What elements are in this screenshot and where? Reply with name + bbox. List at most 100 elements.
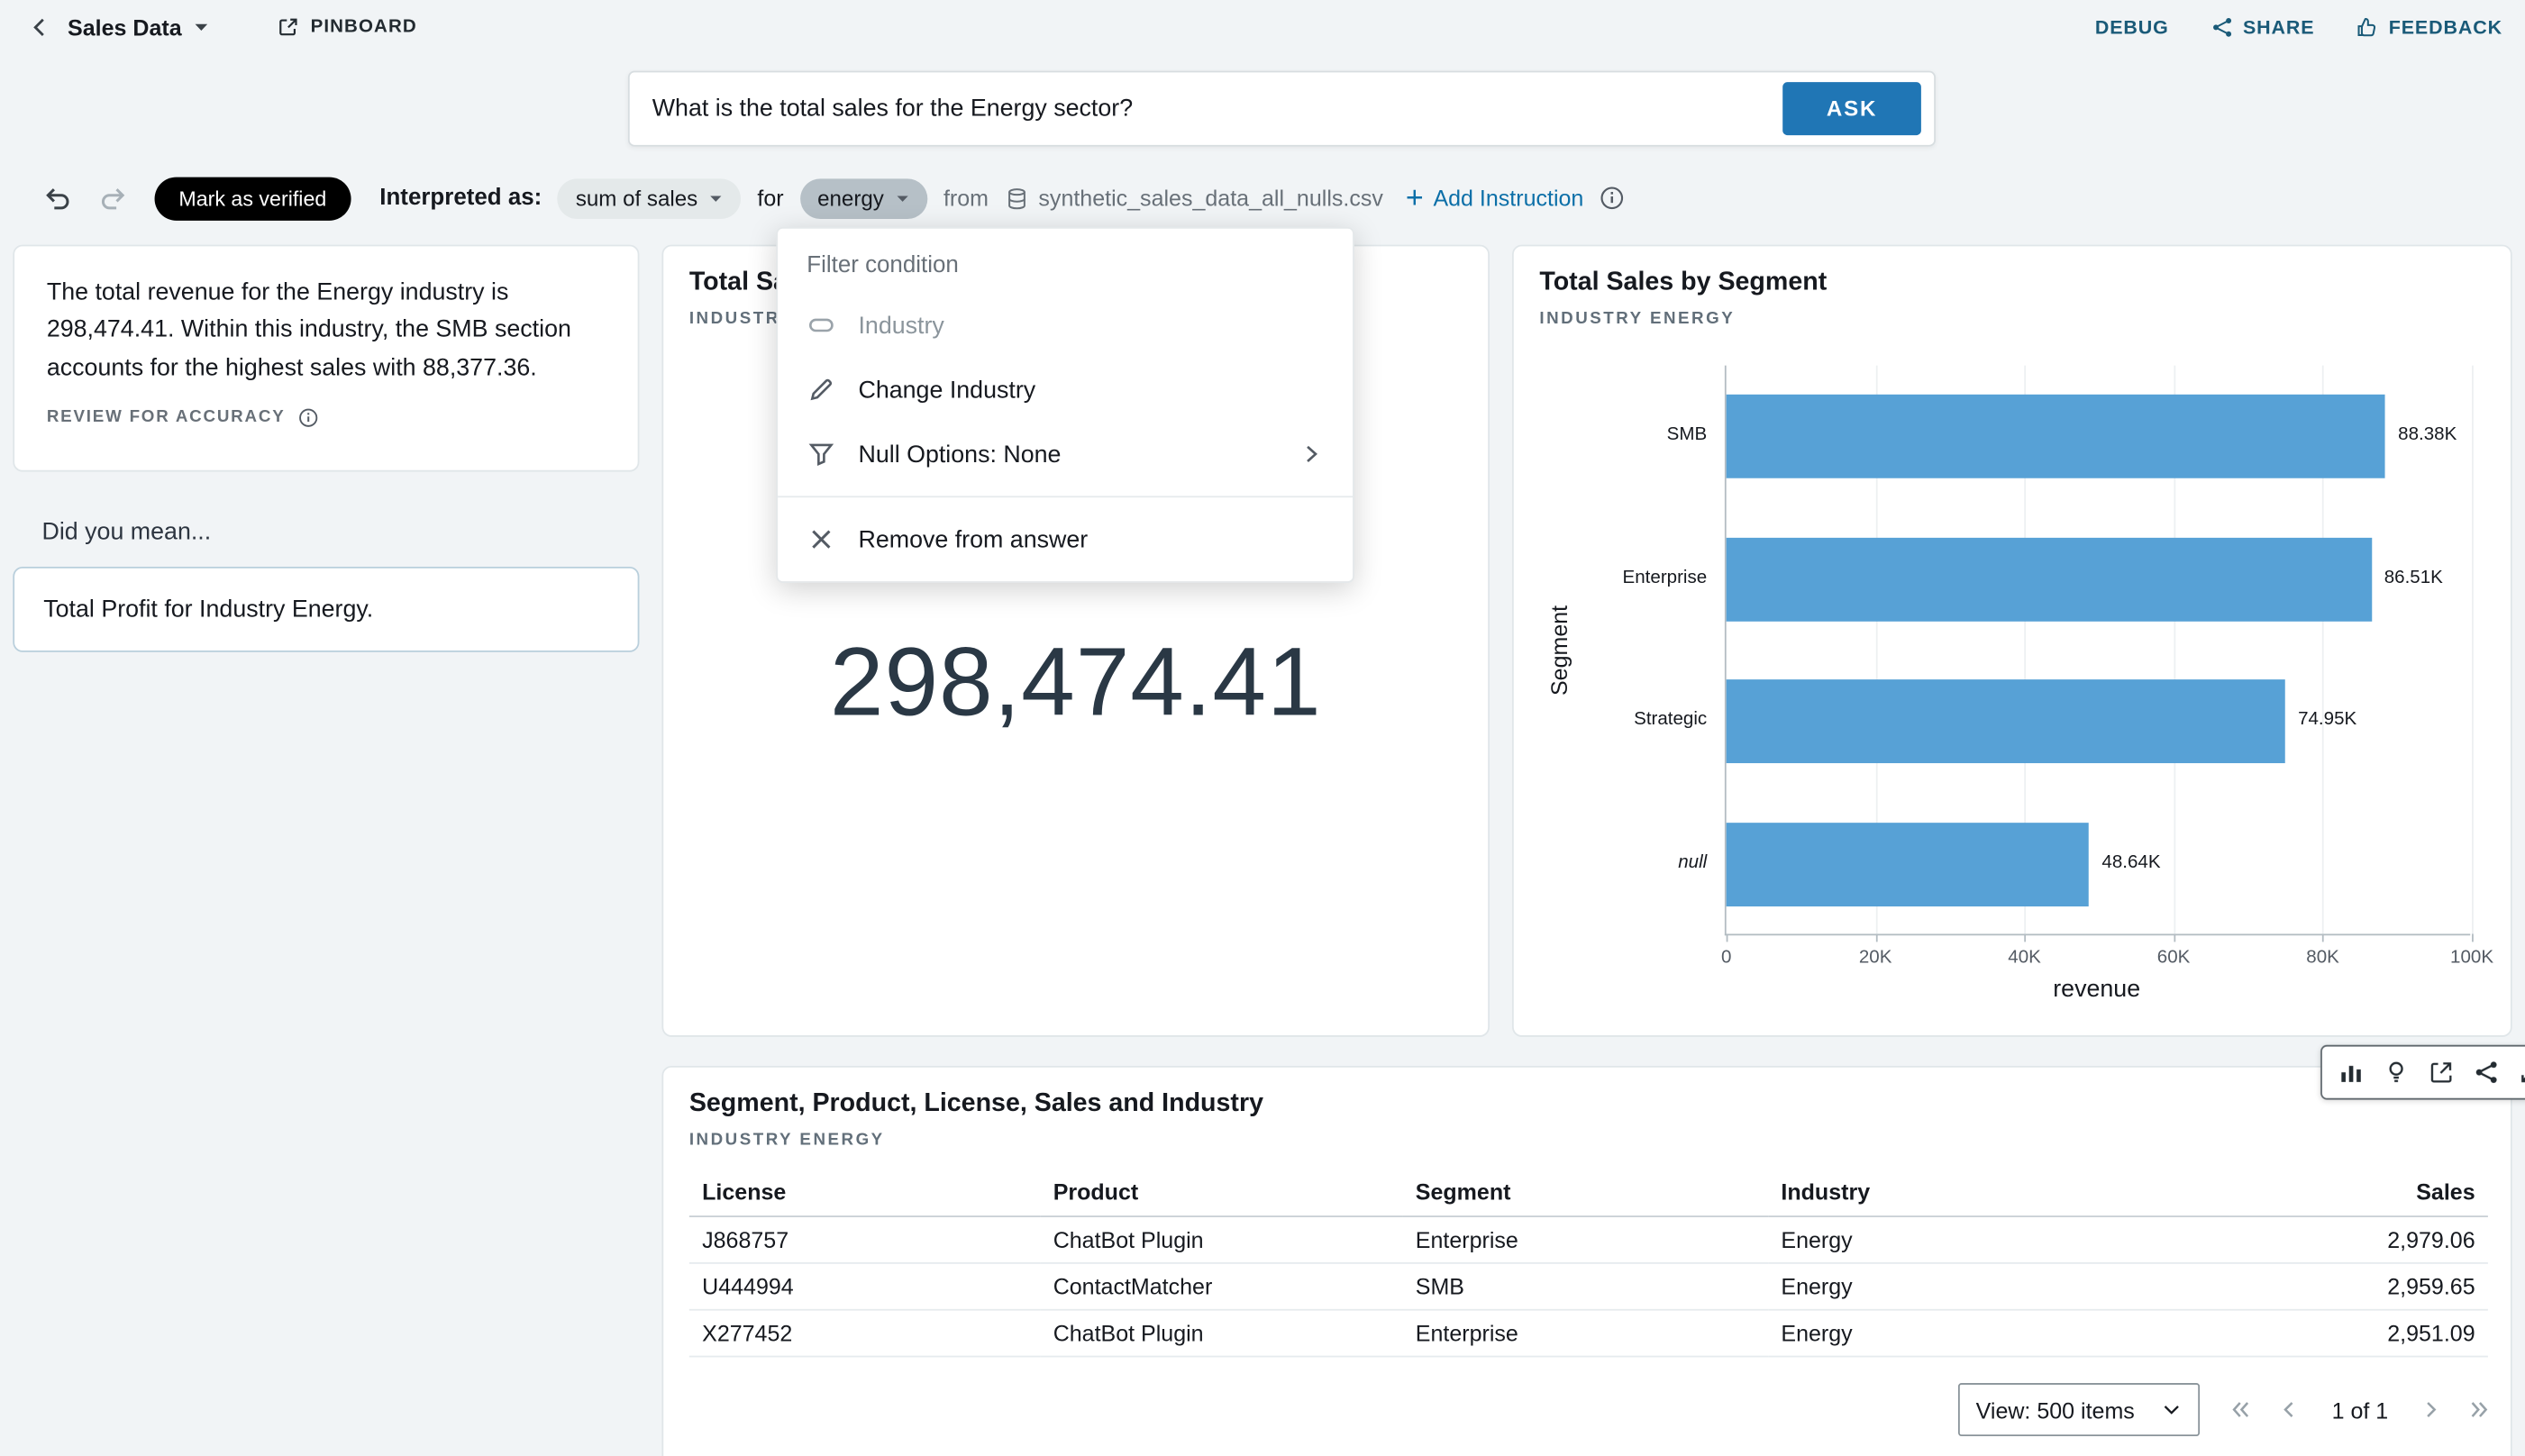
x-axis-label: revenue — [2053, 976, 2140, 1003]
axis-tick — [2174, 933, 2175, 942]
menu-item-null-options[interactable]: Null Options: None — [778, 422, 1353, 486]
category-label: Enterprise — [1559, 568, 1707, 587]
axis-tick — [2472, 933, 2474, 942]
close-icon — [807, 525, 835, 554]
share-icon[interactable] — [2467, 1053, 2506, 1092]
axis-tick — [2323, 933, 2325, 942]
column-header-industry[interactable]: Industry — [1768, 1169, 2230, 1216]
chart-type-icon[interactable] — [2332, 1053, 2371, 1092]
lightbulb-icon[interactable] — [2377, 1053, 2416, 1092]
summary-text: The total revenue for the Energy industr… — [47, 274, 606, 387]
x-tick-label: 40K — [2008, 949, 2041, 968]
category-label: SMB — [1559, 425, 1707, 444]
bar-enterprise[interactable] — [1727, 537, 2372, 621]
pencil-icon — [807, 375, 835, 404]
table-cell: ContactMatcher — [1040, 1263, 1402, 1310]
data-table: LicenseProductSegmentIndustrySales J8687… — [689, 1169, 2488, 1357]
menu-item-change-industry[interactable]: Change Industry — [778, 358, 1353, 422]
did-you-mean-suggestion[interactable]: Total Profit for Industry Energy. — [13, 567, 639, 652]
undo-button[interactable] — [39, 178, 77, 217]
x-tick-label: 20K — [1859, 949, 1892, 968]
bar-strategic[interactable] — [1727, 680, 2285, 764]
topbar-actions: DEBUG SHARE FEEDBACK — [2095, 16, 2502, 39]
add-instruction-label: Add Instruction — [1433, 186, 1583, 212]
table-row[interactable]: J868757ChatBot PluginEnterpriseEnergy2,9… — [689, 1216, 2488, 1263]
view-items-label: View: 500 items — [1976, 1397, 2135, 1423]
table-cell: X277452 — [689, 1310, 1041, 1357]
plus-icon: + — [1406, 183, 1424, 214]
table-row[interactable]: X277452ChatBot PluginEnterpriseEnergy2,9… — [689, 1310, 2488, 1357]
thumbs-up-icon — [2356, 16, 2379, 39]
axis-tick — [2025, 933, 2027, 942]
bar-null[interactable] — [1727, 823, 2089, 906]
ask-button[interactable]: ASK — [1782, 82, 1921, 135]
chevron-down-icon — [895, 191, 909, 205]
pagination: 1 of 1 — [2229, 1383, 2491, 1436]
share-button[interactable]: SHARE — [2211, 16, 2314, 39]
dataset-title: Sales Data — [68, 14, 182, 41]
table-row[interactable]: U444994ContactMatcherSMBEnergy2,959.65 — [689, 1263, 2488, 1310]
info-icon[interactable] — [298, 407, 319, 428]
menu-item-label: Industry — [858, 312, 943, 339]
column-header-product[interactable]: Product — [1040, 1169, 1402, 1216]
dataset-selector[interactable]: Sales Data — [68, 14, 209, 41]
pinboard-button[interactable]: PINBOARD — [277, 16, 417, 39]
interpretation-bar: Mark as verified Interpreted as: sum of … — [39, 174, 1626, 223]
metric-chip[interactable]: sum of sales — [558, 177, 741, 218]
share-icon — [2211, 16, 2233, 39]
mark-verified-button[interactable]: Mark as verified — [155, 177, 351, 220]
axis-tick — [1875, 933, 1877, 942]
debug-label: DEBUG — [2095, 16, 2169, 39]
metric-chip-label: sum of sales — [576, 186, 697, 210]
next-page-button[interactable] — [2419, 1397, 2443, 1422]
table-cell: Energy — [1768, 1310, 2230, 1357]
field-icon — [807, 311, 835, 340]
debug-button[interactable]: DEBUG — [2095, 16, 2169, 39]
expand-icon[interactable] — [2512, 1053, 2525, 1092]
chevron-right-icon — [1298, 441, 1324, 468]
question-input[interactable]: What is the total sales for the Energy s… — [652, 95, 1782, 122]
menu-header: Filter condition — [778, 238, 1353, 293]
column-header-license[interactable]: License — [689, 1169, 1041, 1216]
menu-item-remove[interactable]: Remove from answer — [778, 507, 1353, 571]
menu-item-industry: Industry — [778, 293, 1353, 357]
back-button[interactable] — [23, 10, 58, 45]
x-tick-label: 0 — [1721, 949, 1731, 968]
data-source: synthetic_sales_data_all_nulls.csv — [1005, 186, 1383, 212]
export-icon[interactable] — [2422, 1053, 2461, 1092]
category-label: null — [1559, 853, 1707, 872]
value-label: 48.64K — [2101, 853, 2160, 872]
kpi-value: 298,474.41 — [663, 626, 1488, 737]
feedback-button[interactable]: FEEDBACK — [2356, 16, 2502, 39]
table-header-row: LicenseProductSegmentIndustrySales — [689, 1169, 2488, 1216]
chevron-left-icon — [29, 16, 51, 39]
add-instruction-button[interactable]: + Add Instruction — [1406, 183, 1583, 214]
redo-icon — [98, 184, 127, 213]
prev-page-button[interactable] — [2277, 1397, 2302, 1422]
info-icon[interactable] — [1600, 186, 1626, 212]
did-you-mean-label: Did you mean... — [41, 518, 211, 545]
first-page-button[interactable] — [2229, 1397, 2253, 1422]
table-subtitle: INDUSTRY ENERGY — [689, 1130, 2485, 1149]
column-header-segment[interactable]: Segment — [1402, 1169, 1768, 1216]
feedback-label: FEEDBACK — [2389, 16, 2502, 39]
bar-chart: Segment 020K40K60K80K100KSMB88.38KEnterp… — [1514, 246, 2511, 1035]
summary-card: The total revenue for the Energy industr… — [13, 245, 639, 472]
app-root: Sales Data PINBOARD DEBUG SHARE FEEDBACK… — [0, 0, 2525, 1455]
table-card: Segment, Product, License, Sales and Ind… — [661, 1066, 2511, 1456]
pinboard-label: PINBOARD — [311, 18, 417, 37]
value-label: 86.51K — [2384, 568, 2443, 587]
column-header-sales[interactable]: Sales — [2230, 1169, 2488, 1216]
view-items-select[interactable]: View: 500 items — [1958, 1383, 2200, 1436]
filter-icon — [807, 440, 835, 469]
redo-button[interactable] — [94, 178, 132, 217]
source-filename: synthetic_sales_data_all_nulls.csv — [1038, 186, 1382, 212]
last-page-button[interactable] — [2467, 1397, 2492, 1422]
bar-smb[interactable] — [1727, 395, 2385, 478]
category-label: Strategic — [1559, 711, 1707, 730]
gridline — [2472, 366, 2474, 934]
filter-chip[interactable]: energy — [799, 177, 927, 218]
undo-icon — [43, 184, 72, 213]
x-tick-label: 80K — [2306, 949, 2339, 968]
bar-plot: 020K40K60K80K100KSMB88.38KEnterprise86.5… — [1725, 366, 2470, 936]
